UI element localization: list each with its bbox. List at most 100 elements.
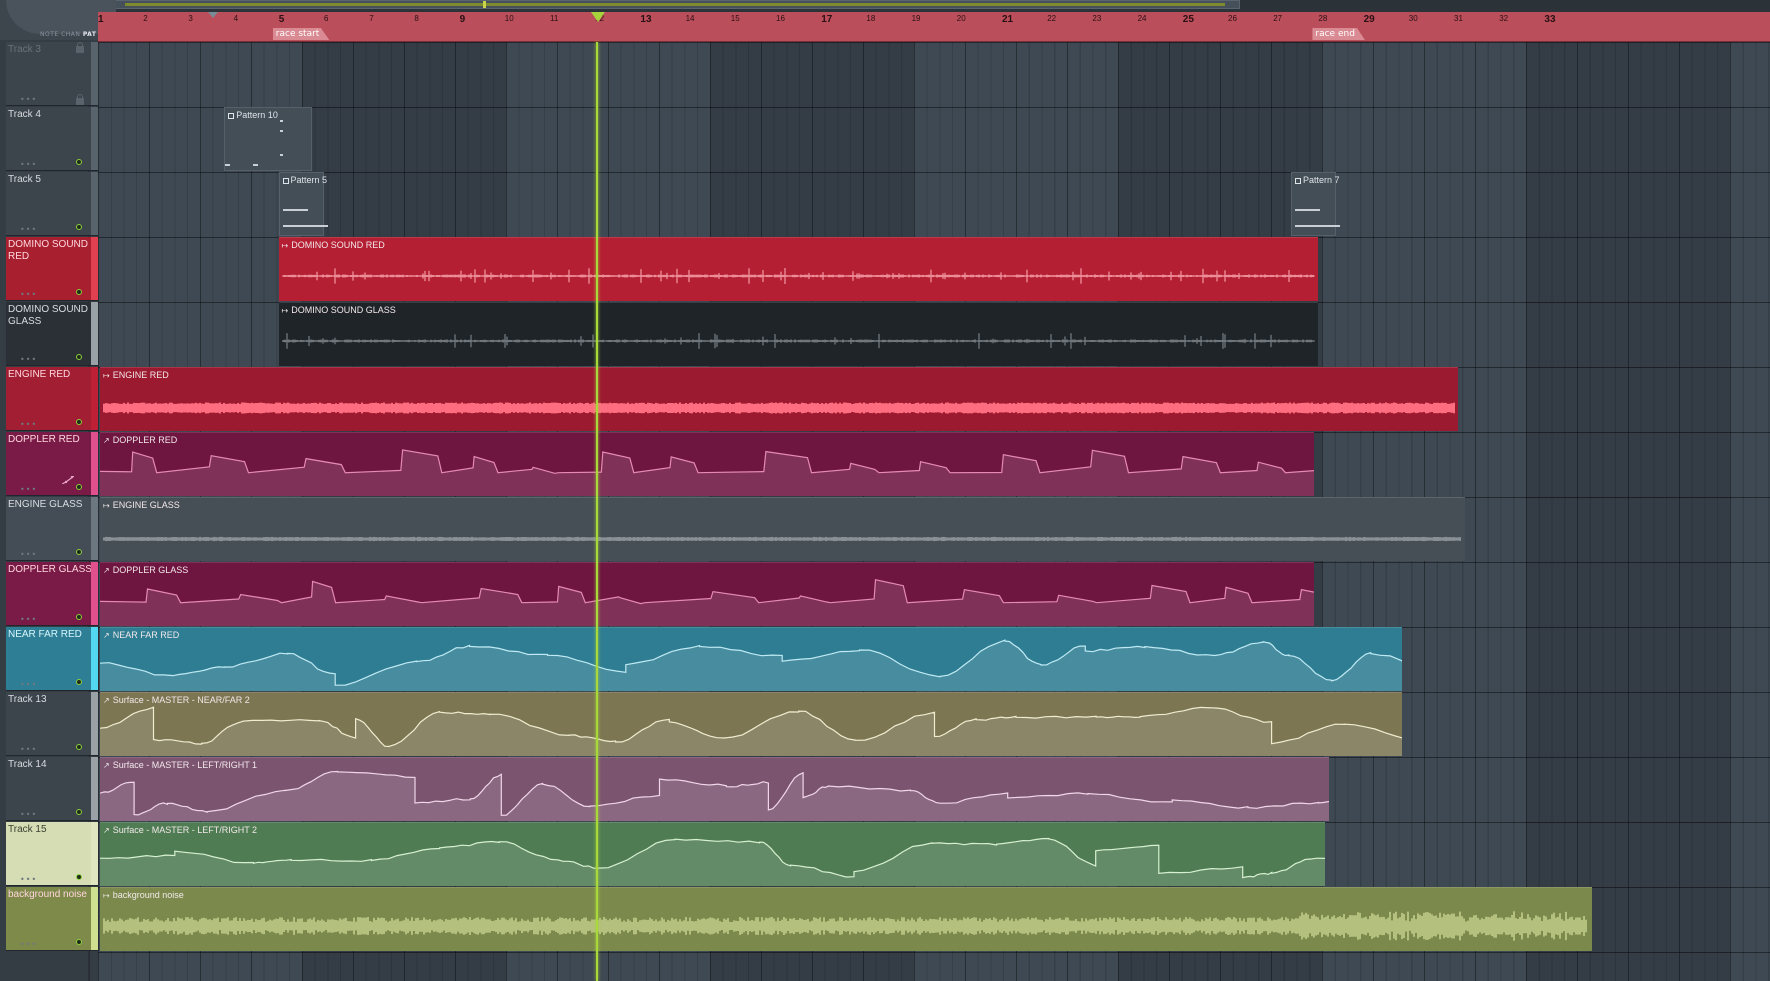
playlist-grid[interactable]: Pattern 10 Pattern 5 Pattern 7 ↦ DOMINO SOUN… [98,42,1770,981]
audio-clip-icon: ↦ [103,501,110,510]
track-header[interactable]: Track 15 ••• [6,822,98,886]
automation-clip[interactable]: ↗ Surface - MASTER - LEFT/RIGHT 1 [100,757,1330,821]
automation-clip-icon: ↗ [103,761,110,770]
horizontal-scrollbar[interactable] [112,0,1240,9]
pattern-clip[interactable]: Pattern 5 [278,172,328,236]
timeline-marker[interactable]: race start [272,28,330,40]
automation-clip[interactable]: ↗ DOPPLER GLASS [100,562,1314,626]
scrollbar-thumb[interactable] [125,3,1225,6]
track-menu-icon[interactable]: ••• [20,485,37,494]
track-menu-icon[interactable]: ••• [20,290,37,299]
track-enable-led-icon[interactable] [76,679,82,685]
mode-chan[interactable]: CHAN [61,31,80,38]
track-enable-led-icon[interactable] [76,614,82,620]
lock-icon[interactable] [76,94,84,105]
track-name: ENGINE RED [8,369,71,380]
timeline-marker[interactable]: race end [1312,28,1365,40]
audio-clip[interactable]: ↦ DOMINO SOUND GLASS [278,302,1319,366]
track-enable-led-icon[interactable] [76,354,82,360]
loop-marker-icon[interactable] [208,12,219,18]
automation-clip-icon: ↗ [103,826,110,835]
clip-title-text: ENGINE RED [112,370,169,380]
track-header[interactable]: Track 14 ••• [6,757,98,821]
ruler-bar-number: 14 [685,14,695,23]
track-enable-led-icon[interactable] [76,809,82,815]
automation-curve [100,449,1314,496]
clip-title-text: DOPPLER GLASS [112,565,189,575]
automation-clip-icon: ↗ [103,696,110,705]
pattern-note [1295,209,1321,211]
clip-title-text: Surface - MASTER - LEFT/RIGHT 2 [112,825,258,835]
track-menu-icon[interactable]: ••• [20,875,37,884]
track-menu-icon[interactable]: ••• [20,420,37,429]
mode-pat[interactable]: PAT [83,31,97,38]
track-header[interactable]: ENGINE GLASS ••• [6,497,98,561]
track-enable-led-icon[interactable] [76,224,82,230]
track-color-strip [91,237,98,300]
audio-clip[interactable]: ↦ background noise [100,887,1592,951]
track-header[interactable]: Track 5 ••• [6,172,98,236]
clip-title: ↦ DOMINO SOUND RED [282,240,385,251]
track-header[interactable]: DOPPLER RED ••• [6,432,98,496]
clip-title-text: Surface - MASTER - NEAR/FAR 2 [112,695,250,705]
track-name: background noise [8,889,87,900]
clip-title-text: DOMINO SOUND GLASS [291,305,396,315]
track-menu-icon[interactable]: ••• [20,810,37,819]
track-enable-led-icon[interactable] [76,549,82,555]
pattern-clip[interactable]: Pattern 10 [224,107,313,171]
track-enable-led-icon[interactable] [76,939,82,945]
automation-curve [100,706,1402,756]
track-menu-icon[interactable]: ••• [20,95,37,104]
pattern-note [280,130,284,132]
track-header[interactable]: DOPPLER GLASS ••• [6,562,98,626]
clip-title: ↗ Surface - MASTER - NEAR/FAR 2 [103,695,250,706]
track-header[interactable]: NEAR FAR RED ••• [6,627,98,691]
track-header[interactable]: background noise ••• [6,887,98,951]
track-menu-icon[interactable]: ••• [20,160,37,169]
automation-clip[interactable]: ↗ Surface - MASTER - NEAR/FAR 2 [100,692,1402,756]
automation-clip-icon: ↗ [103,436,110,445]
track-header[interactable]: DOMINO SOUND RED ••• [6,237,98,301]
track-header[interactable]: Track 4 ••• [6,107,98,171]
automation-clip[interactable]: ↗ NEAR FAR RED [100,627,1402,691]
playhead-marker-icon[interactable] [591,12,606,22]
ruler-bar-number: 13 [640,14,652,25]
track-name: Track 5 [8,174,41,185]
track-menu-icon[interactable]: ••• [20,355,37,364]
track-menu-icon[interactable]: ••• [20,225,37,234]
audio-clip[interactable]: ↦ ENGINE GLASS [100,497,1466,561]
track-menu-icon[interactable]: ••• [20,940,37,949]
track-menu-icon[interactable]: ••• [20,615,37,624]
clip-title-text: NEAR FAR RED [112,630,180,640]
pattern-icon [1295,177,1302,184]
pattern-note [282,209,308,211]
track-name: Track 15 [8,824,47,835]
pattern-clip[interactable]: Pattern 7 [1291,172,1341,236]
track-enable-led-icon[interactable] [76,289,82,295]
audio-clip[interactable]: ↦ DOMINO SOUND RED [278,237,1319,301]
mode-selector[interactable]: NOTE CHAN PAT [40,31,96,38]
clip-title: ↦ DOMINO SOUND GLASS [282,305,396,316]
track-enable-led-icon[interactable] [76,419,82,425]
track-enable-led-icon[interactable] [76,159,82,165]
automation-clip[interactable]: ↗ DOPPLER RED [100,432,1314,496]
waveform [103,536,1461,542]
timeline-ruler[interactable]: 1 2 3 4 5 6 7 8 9 10 11 12 13 14 15 16 17 18 19 20 21 22 23 24 2… [98,12,1770,42]
track-enable-led-icon[interactable] [76,744,82,750]
ruler-bar-number: 22 [1047,14,1057,23]
track-header[interactable]: Track 3 ••• [6,42,98,106]
automation-clip[interactable]: ↗ Surface - MASTER - LEFT/RIGHT 2 [100,822,1325,886]
mode-note[interactable]: NOTE [40,31,59,38]
track-header[interactable]: ENGINE RED ••• [6,367,98,431]
audio-clip[interactable]: ↦ ENGINE RED [100,367,1459,431]
track-header[interactable]: Track 13 ••• [6,692,98,756]
waveform [103,402,1455,414]
track-menu-icon[interactable]: ••• [20,745,37,754]
track-enable-led-icon[interactable] [76,484,82,490]
track-header[interactable]: DOMINO SOUND GLASS ••• [6,302,98,366]
playhead[interactable] [596,42,599,981]
track-menu-icon[interactable]: ••• [20,550,37,559]
track-menu-icon[interactable]: ••• [20,680,37,689]
track-enable-led-icon[interactable] [76,874,82,880]
lock-icon[interactable] [76,42,84,53]
